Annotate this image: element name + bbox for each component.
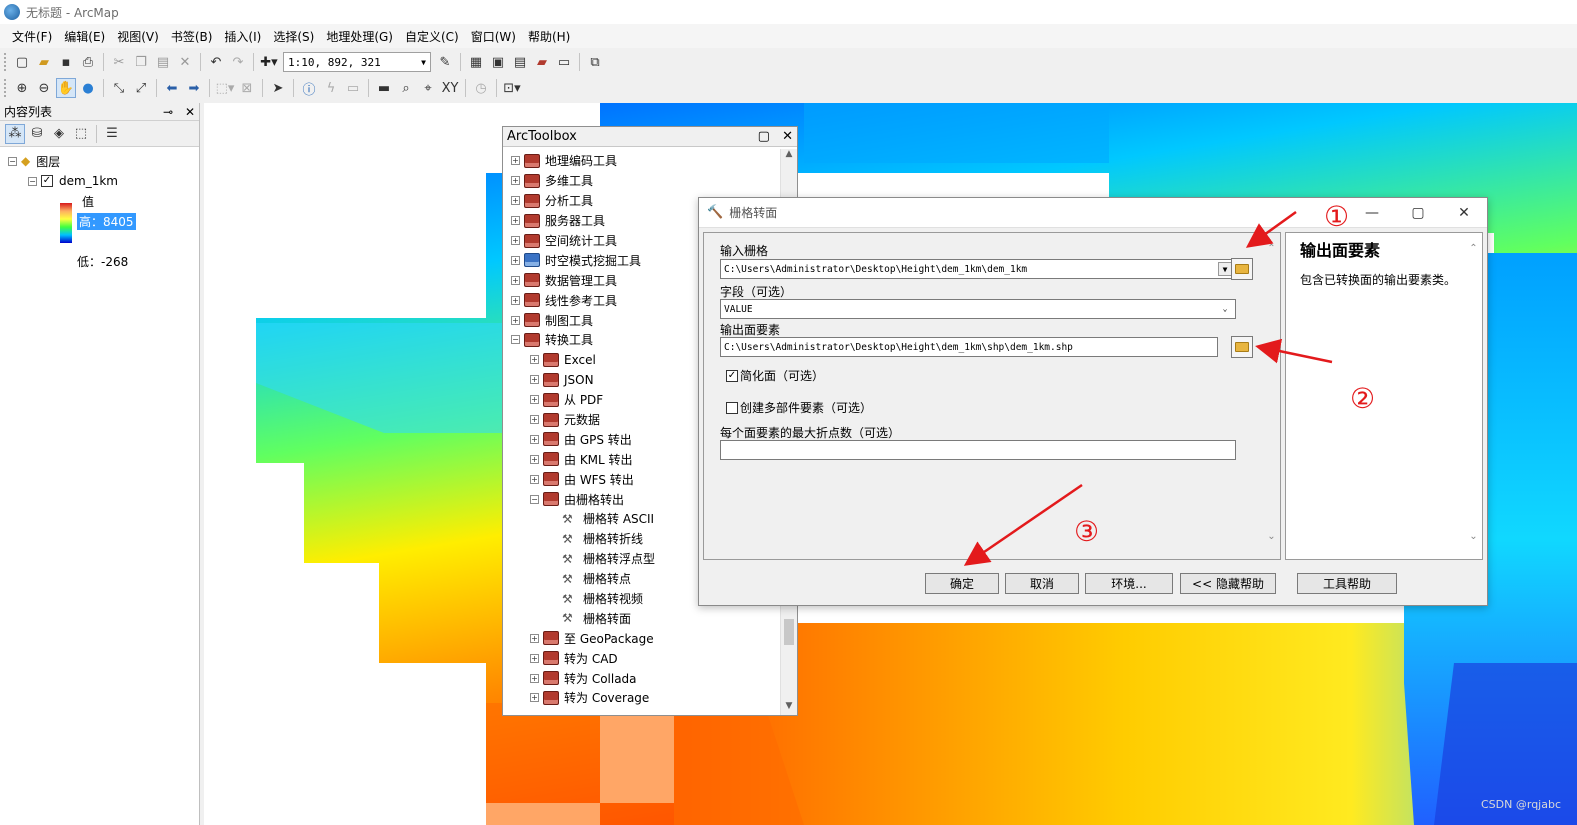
annotation-number-2: ② (1350, 382, 1376, 415)
annotation-number-3: ③ (1074, 515, 1100, 548)
annotation-overlay (963, 210, 1333, 566)
annotation-arrow-1 (1245, 210, 1297, 248)
annotation-number-1: ① (1324, 200, 1350, 233)
annotation-arrow-3 (963, 483, 1083, 566)
annotation-arrow-2 (1255, 338, 1333, 364)
